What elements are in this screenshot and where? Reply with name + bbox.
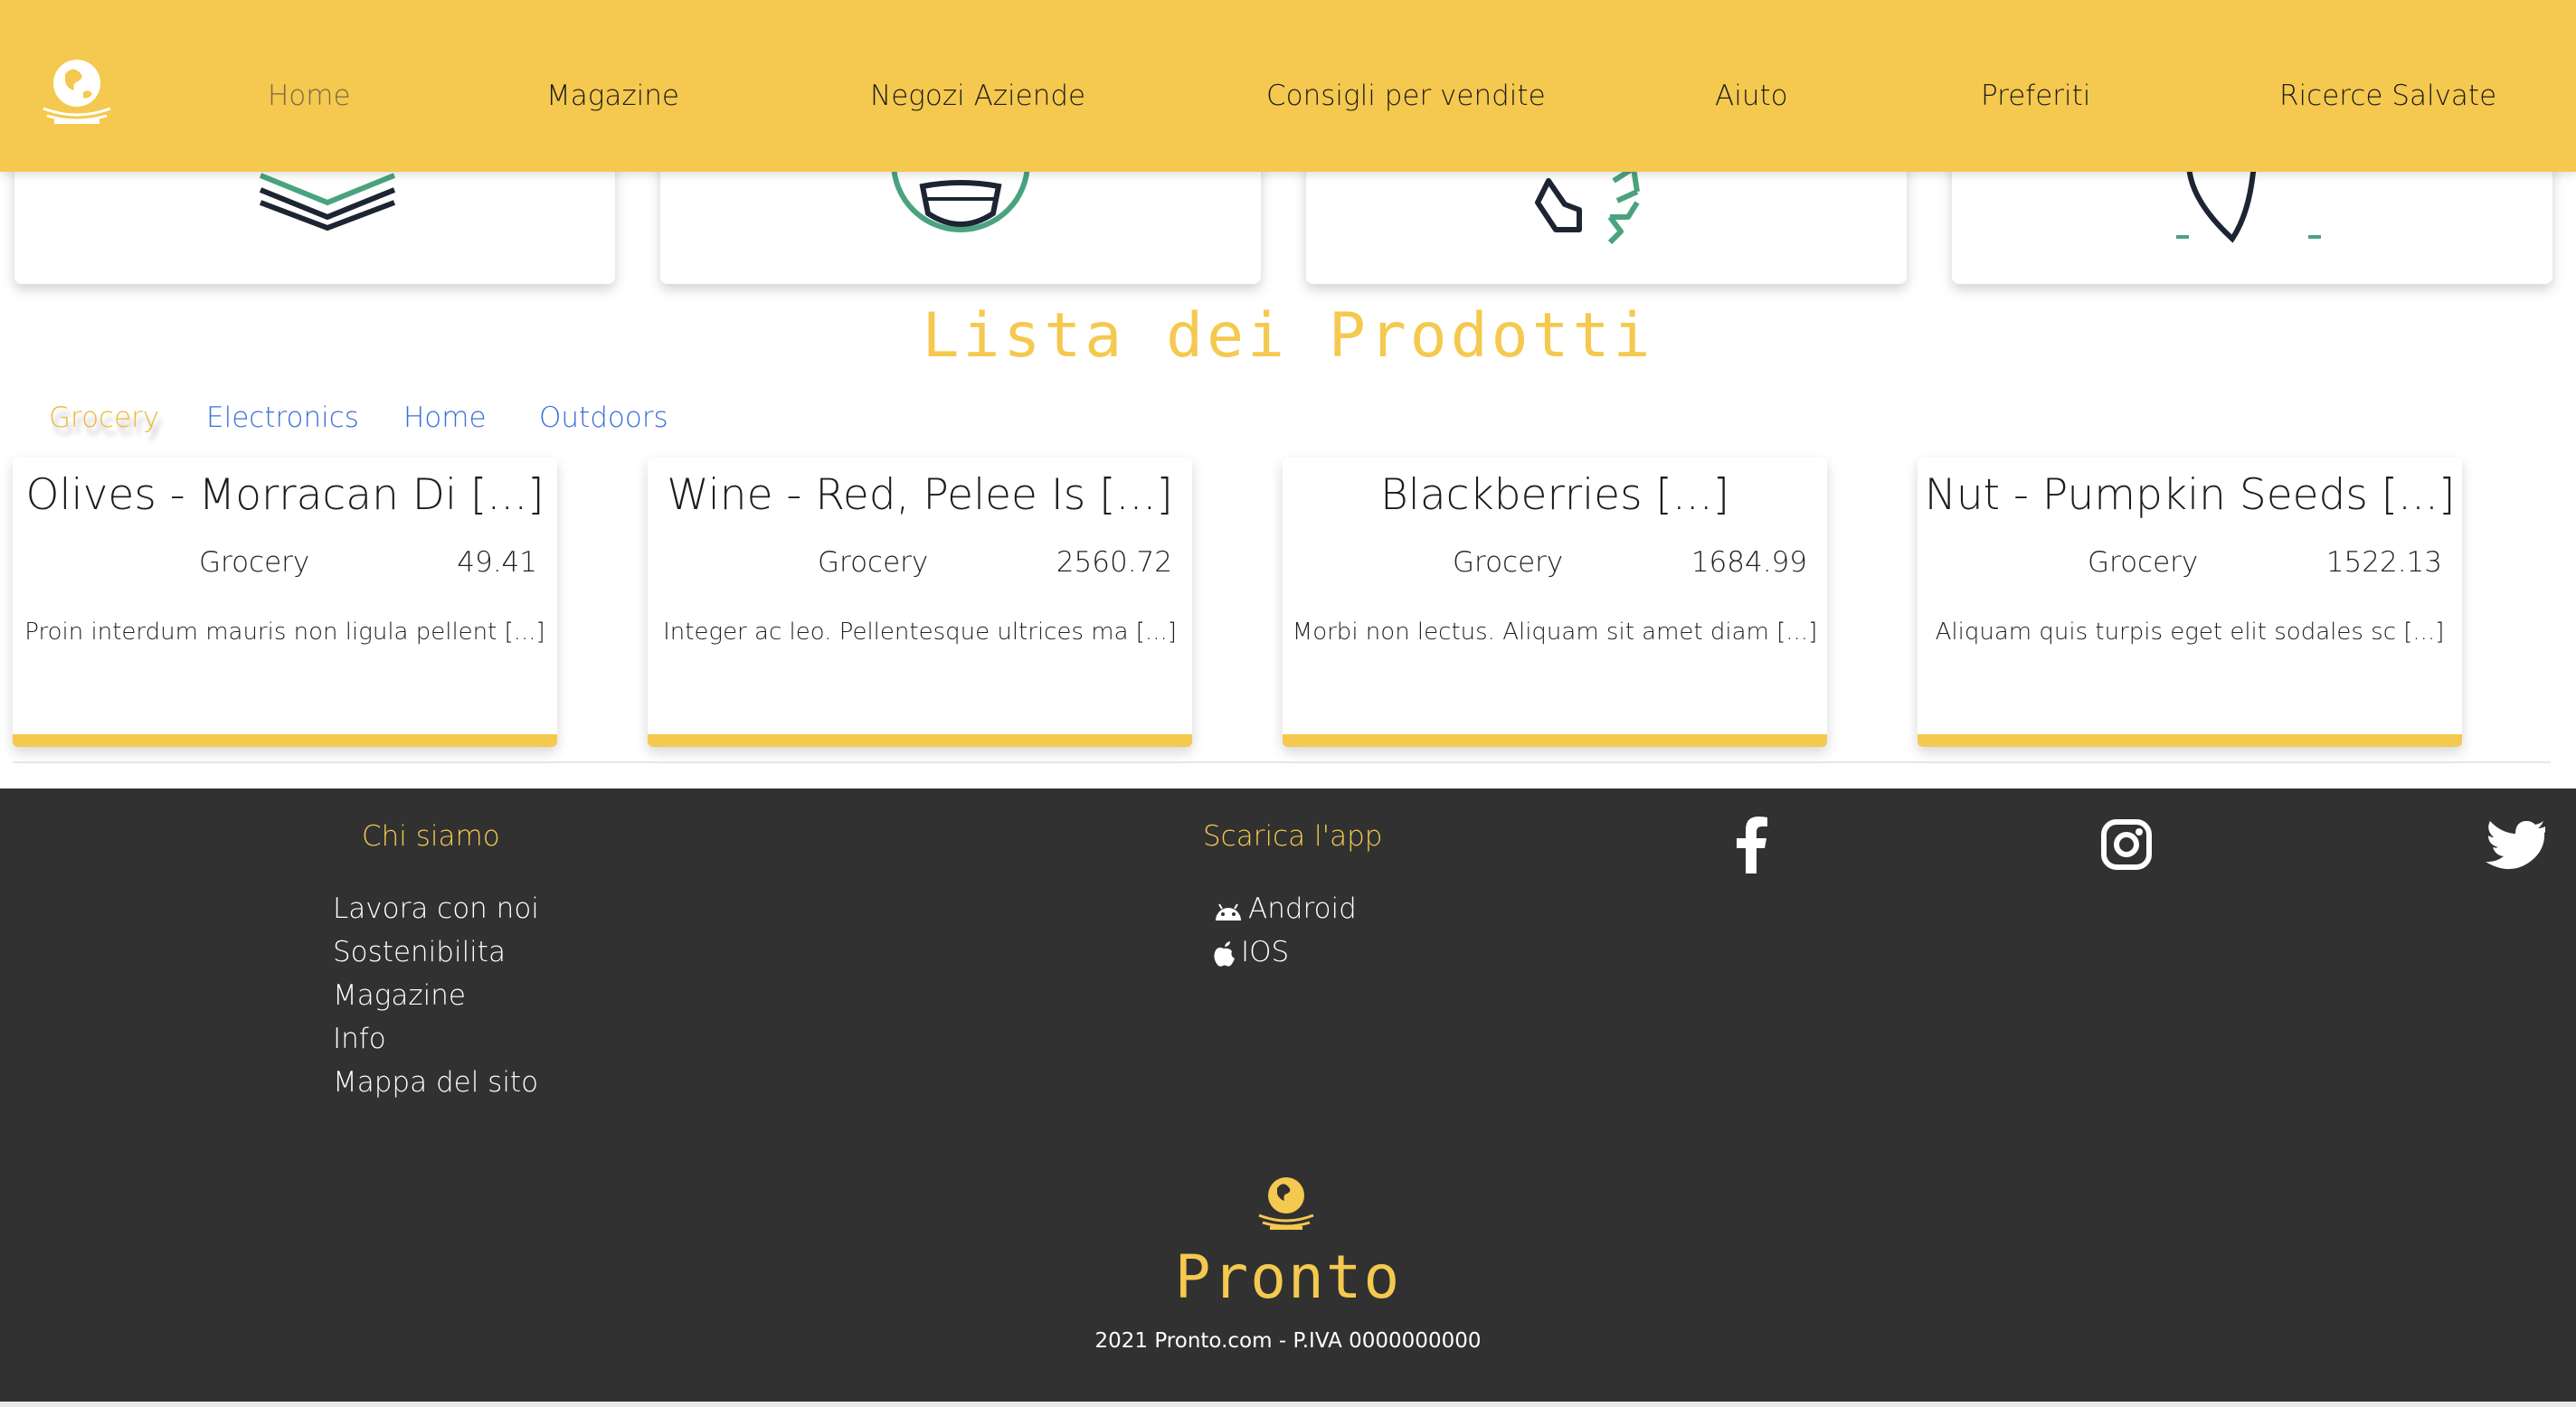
- product-category: Grocery: [1453, 546, 1564, 579]
- brand-name: Pronto: [1174, 1242, 1402, 1312]
- footer-about-heading: Chi siamo: [362, 820, 500, 853]
- globe-logo-icon[interactable]: [27, 51, 127, 132]
- product-category: Grocery: [199, 546, 310, 579]
- nav-magazine[interactable]: Magazine: [546, 80, 679, 112]
- footer-link-mappa[interactable]: Mappa del sito: [333, 1066, 538, 1099]
- tab-home[interactable]: Home: [403, 401, 487, 434]
- nav-preferiti[interactable]: Preferiti: [1981, 80, 2090, 112]
- product-price: 2560.72: [1056, 546, 1172, 579]
- product-card[interactable]: Blackberries [...] Grocery 1684.99 Morbi…: [1283, 458, 1827, 747]
- globe-logo-icon: [1258, 1177, 1314, 1230]
- twitter-icon[interactable]: [2486, 821, 2545, 870]
- product-price: 1684.99: [1690, 546, 1807, 579]
- nav-consigli-per-vendite[interactable]: Consigli per vendite: [1266, 80, 1546, 112]
- product-name[interactable]: Wine - Red, Pelee Is [...]: [648, 470, 1192, 520]
- product-description: Morbi non lectus. Aliquam sit amet diam …: [1292, 619, 1818, 646]
- tab-grocery[interactable]: Grocery: [49, 401, 159, 434]
- product-card[interactable]: Nut - Pumpkin Seeds [...] Grocery 1522.1…: [1918, 458, 2462, 747]
- copyright-text: 2021 Pronto.com - P.IVA 0000000000: [1094, 1329, 1482, 1353]
- android-label: Android: [1248, 892, 1357, 925]
- ios-link[interactable]: IOS: [1212, 936, 1289, 968]
- product-category: Grocery: [818, 546, 929, 579]
- facebook-icon[interactable]: [1733, 816, 1769, 873]
- footer-link-info[interactable]: Info: [333, 1023, 386, 1055]
- tab-outdoors[interactable]: Outdoors: [539, 401, 668, 434]
- product-name[interactable]: Blackberries [...]: [1283, 470, 1827, 520]
- product-description: Aliquam quis turpis eget elit sodales sc…: [1935, 619, 2445, 646]
- ios-label: IOS: [1241, 936, 1290, 968]
- product-category: Grocery: [2088, 546, 2199, 579]
- product-name[interactable]: Nut - Pumpkin Seeds [...]: [1918, 470, 2462, 520]
- footer-link-magazine[interactable]: Magazine: [333, 979, 466, 1012]
- nav-aiuto[interactable]: Aiuto: [1715, 80, 1788, 112]
- divider: [13, 761, 2551, 763]
- footer-link-sostenibilita[interactable]: Sostenibilita: [333, 936, 506, 968]
- top-navbar: Home Magazine Negozi Aziende Consigli pe…: [0, 0, 2576, 172]
- products-section-title: Lista dei Prodotti: [922, 300, 1654, 372]
- product-price: 49.41: [457, 546, 537, 579]
- footer: Chi siamo Lavora con noi Sostenibilita M…: [0, 788, 2576, 1405]
- android-icon: [1216, 902, 1241, 921]
- footer-link-lavora[interactable]: Lavora con noi: [333, 892, 539, 925]
- apple-icon: [1214, 940, 1235, 967]
- tab-electronics[interactable]: Electronics: [206, 401, 359, 434]
- product-name[interactable]: Olives - Morracan Di [...]: [13, 470, 557, 520]
- page-bottom-edge: [0, 1402, 2576, 1407]
- product-card[interactable]: Wine - Red, Pelee Is [...] Grocery 2560.…: [648, 458, 1192, 747]
- nav-home[interactable]: Home: [268, 80, 351, 112]
- nav-ricerce-salvate[interactable]: Ricerce Salvate: [2279, 80, 2496, 112]
- product-card[interactable]: Olives - Morracan Di [...] Grocery 49.41…: [13, 458, 557, 747]
- product-price: 1522.13: [2325, 546, 2442, 579]
- android-link[interactable]: Android: [1212, 892, 1357, 925]
- footer-app-heading: Scarica l'app: [1203, 820, 1383, 853]
- nav-negozi-aziende[interactable]: Negozi Aziende: [870, 80, 1085, 112]
- product-description: Proin interdum mauris non ligula pellent…: [24, 619, 545, 646]
- instagram-icon[interactable]: [2100, 818, 2153, 871]
- product-description: Integer ac leo. Pellentesque ultrices ma…: [663, 619, 1177, 646]
